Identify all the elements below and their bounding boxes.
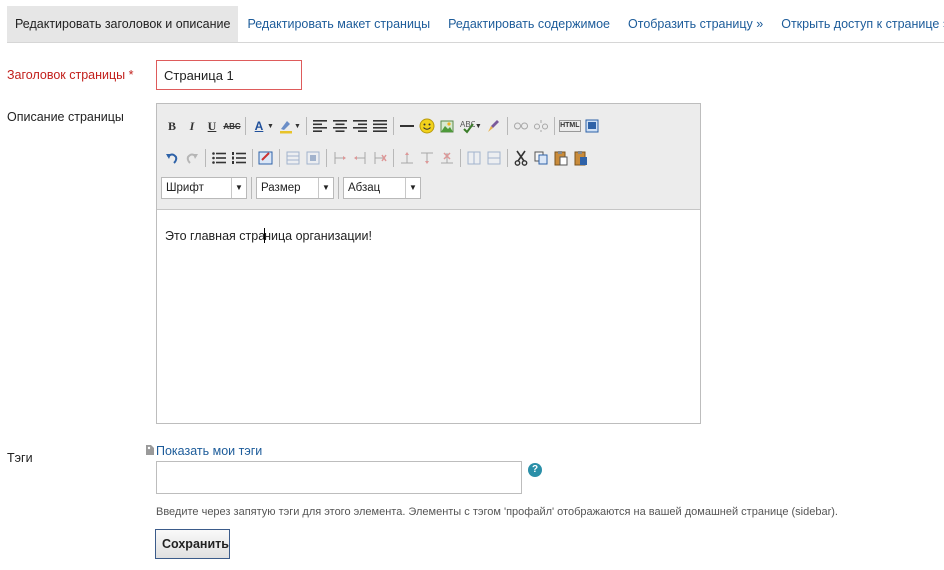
font-family-select[interactable]: Шрифт ▼ — [161, 177, 247, 199]
page-title-input[interactable] — [156, 60, 302, 90]
font-family-select-value: Шрифт — [166, 182, 204, 194]
delete-column-icon[interactable] — [438, 149, 456, 167]
editor-content-text-end: ница организации! — [264, 229, 372, 243]
toolbar-separator — [506, 117, 508, 135]
toolbar-separator — [460, 149, 461, 167]
toolbar-separator — [252, 149, 253, 167]
text-color-icon[interactable]: A — [250, 117, 268, 135]
highlight-color-dropdown-icon[interactable]: ▼ — [294, 123, 301, 130]
insert-column-before-icon[interactable] — [398, 149, 416, 167]
strikethrough-button[interactable]: ABC — [223, 117, 241, 135]
copy-icon[interactable] — [532, 149, 550, 167]
insert-image-icon[interactable] — [438, 117, 456, 135]
font-size-select-value: Размер — [261, 182, 301, 194]
toolbar-separator — [393, 149, 394, 167]
bold-button[interactable]: B — [163, 117, 181, 135]
cell-properties-icon[interactable] — [304, 149, 322, 167]
cut-icon[interactable] — [512, 149, 530, 167]
help-icon[interactable]: ? — [528, 463, 542, 477]
paragraph-format-select[interactable]: Абзац ▼ — [343, 177, 421, 199]
editor-content-area[interactable]: Это главная страница организации! — [165, 228, 372, 243]
insert-table-icon[interactable] — [257, 149, 275, 167]
fullscreen-icon[interactable] — [583, 117, 601, 135]
toolbar-separator — [251, 177, 252, 199]
show-my-tags-link[interactable]: Показать мои тэги — [156, 444, 262, 458]
cleanup-icon[interactable] — [485, 117, 503, 135]
highlight-color-icon[interactable] — [277, 117, 295, 135]
delete-row-icon[interactable] — [371, 149, 389, 167]
undo-icon[interactable] — [163, 149, 181, 167]
tags-input[interactable] — [156, 461, 522, 494]
text-color-dropdown-icon[interactable]: ▼ — [267, 123, 274, 130]
toolbar-separator — [338, 177, 339, 199]
align-right-icon[interactable] — [351, 117, 369, 135]
page-description-label: Описание страницы — [7, 110, 124, 124]
toolbar-separator — [245, 117, 246, 135]
unlink-icon[interactable] — [532, 117, 550, 135]
tab-edit-title-description[interactable]: Редактировать заголовок и описание — [7, 6, 239, 42]
tag-icon — [145, 444, 155, 456]
page-title-label: Заголовок страницы * — [7, 68, 134, 82]
spellcheck-icon[interactable]: ABC — [458, 117, 476, 135]
italic-button[interactable]: I — [183, 117, 201, 135]
tab-share-page[interactable]: Открыть доступ к странице » — [772, 6, 944, 42]
link-icon[interactable] — [512, 117, 530, 135]
align-left-icon[interactable] — [311, 117, 329, 135]
toolbar-separator — [205, 149, 206, 167]
insert-row-after-icon[interactable] — [351, 149, 369, 167]
toolbar-separator — [279, 149, 280, 167]
merge-cells-icon[interactable] — [485, 149, 503, 167]
split-cells-icon[interactable] — [465, 149, 483, 167]
align-justify-icon[interactable] — [371, 117, 389, 135]
bullet-list-icon[interactable] — [210, 149, 228, 167]
rich-text-editor: B I U ABC A ▼ ▼ ABC ▼ HTML Шрифт ▼ Разме… — [156, 103, 701, 424]
horizontal-rule-icon[interactable] — [398, 117, 416, 135]
chevron-down-icon: ▼ — [405, 178, 420, 198]
editor-toolbar: B I U ABC A ▼ ▼ ABC ▼ HTML Шрифт ▼ Разме… — [157, 104, 700, 210]
insert-column-after-icon[interactable] — [418, 149, 436, 167]
tab-display-page[interactable]: Отобразить страницу » — [619, 6, 772, 42]
paste-from-word-icon[interactable] — [572, 149, 590, 167]
tab-bar: Редактировать заголовок и описание Редак… — [7, 6, 944, 43]
save-button[interactable]: Сохранить — [155, 529, 230, 559]
tab-edit-page-layout[interactable]: Редактировать макет страницы — [238, 6, 439, 42]
underline-button[interactable]: U — [203, 117, 221, 135]
editor-content-text-start: Это главная стра — [165, 229, 266, 243]
paste-icon[interactable] — [552, 149, 570, 167]
spellcheck-dropdown-icon[interactable]: ▼ — [475, 123, 482, 130]
toolbar-separator — [553, 117, 555, 135]
html-source-button[interactable]: HTML — [558, 120, 581, 132]
redo-icon[interactable] — [183, 149, 201, 167]
toolbar-separator — [507, 149, 508, 167]
toolbar-separator — [305, 117, 307, 135]
numbered-list-icon[interactable] — [230, 149, 248, 167]
chevron-down-icon: ▼ — [318, 178, 333, 198]
chevron-down-icon: ▼ — [231, 178, 246, 198]
tab-edit-content[interactable]: Редактировать содержимое — [439, 6, 619, 42]
tags-hint-text: Введите через запятую тэги для этого эле… — [156, 506, 838, 518]
emoticon-icon[interactable] — [418, 117, 436, 135]
table-properties-icon[interactable] — [284, 149, 302, 167]
font-size-select[interactable]: Размер ▼ — [256, 177, 334, 199]
align-center-icon[interactable] — [331, 117, 349, 135]
toolbar-separator — [326, 149, 327, 167]
tags-label: Тэги — [7, 451, 33, 465]
insert-row-before-icon[interactable] — [331, 149, 349, 167]
toolbar-separator — [392, 117, 394, 135]
paragraph-format-select-value: Абзац — [348, 182, 381, 194]
